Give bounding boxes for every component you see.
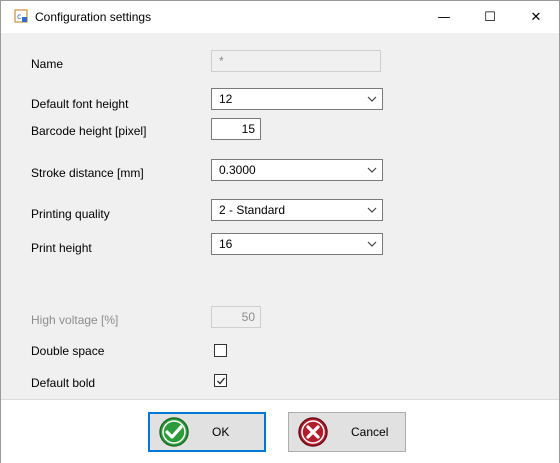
print-height-select[interactable]: 16 [211,233,383,255]
chevron-down-icon [367,241,377,247]
checkmark-icon [217,377,226,385]
window-title: Configuration settings [35,10,152,24]
print-height-value: 16 [219,237,233,251]
default-bold-checkbox[interactable] [214,374,227,387]
printing-quality-select[interactable]: 2 - Standard [211,199,383,221]
cancel-button[interactable]: Cancel [288,412,406,452]
double-space-checkbox[interactable] [214,344,227,357]
close-icon: ✕ [530,9,542,25]
cross-icon [298,417,328,447]
double-space-label: Double space [31,344,105,358]
svg-text:c: c [17,12,21,21]
high-voltage-input: 50 [211,306,261,328]
cancel-button-label: Cancel [351,425,389,439]
barcode-height-label: Barcode height [pixel] [31,124,147,138]
maximize-icon: ☐ [484,9,496,25]
maximize-button[interactable]: ☐ [467,1,513,33]
ok-button-label: OK [212,425,230,439]
printing-quality-label: Printing quality [31,207,110,221]
chevron-down-icon [367,207,377,213]
high-voltage-label: High voltage [%] [31,313,119,327]
minimize-icon: — [437,9,451,25]
name-label: Name [31,57,64,71]
print-height-label: Print height [31,241,92,255]
printing-quality-value: 2 - Standard [219,203,286,217]
stroke-distance-value: 0.3000 [219,163,256,177]
minimize-button[interactable]: — [421,1,467,33]
barcode-height-input[interactable]: 15 [211,118,261,140]
stroke-distance-label: Stroke distance [mm] [31,166,144,180]
configuration-dialog: c Configuration settings — ☐ ✕ Name * De… [0,0,560,463]
button-bar: OK Cancel [1,399,559,463]
stroke-distance-select[interactable]: 0.3000 [211,159,383,181]
settings-panel: Name * Default font height 12 Barcode he… [1,33,559,399]
app-icon: c [14,9,28,23]
chevron-down-icon [367,167,377,173]
default-font-height-label: Default font height [31,97,129,111]
title-bar[interactable]: c Configuration settings — ☐ ✕ [1,1,559,33]
default-font-height-select[interactable]: 12 [211,88,383,110]
chevron-down-icon [367,96,377,102]
name-field: * [211,50,381,72]
default-bold-label: Default bold [31,376,96,390]
close-button[interactable]: ✕ [513,1,559,33]
ok-button[interactable]: OK [148,412,266,452]
check-icon [159,417,189,447]
default-font-height-value: 12 [219,92,233,106]
